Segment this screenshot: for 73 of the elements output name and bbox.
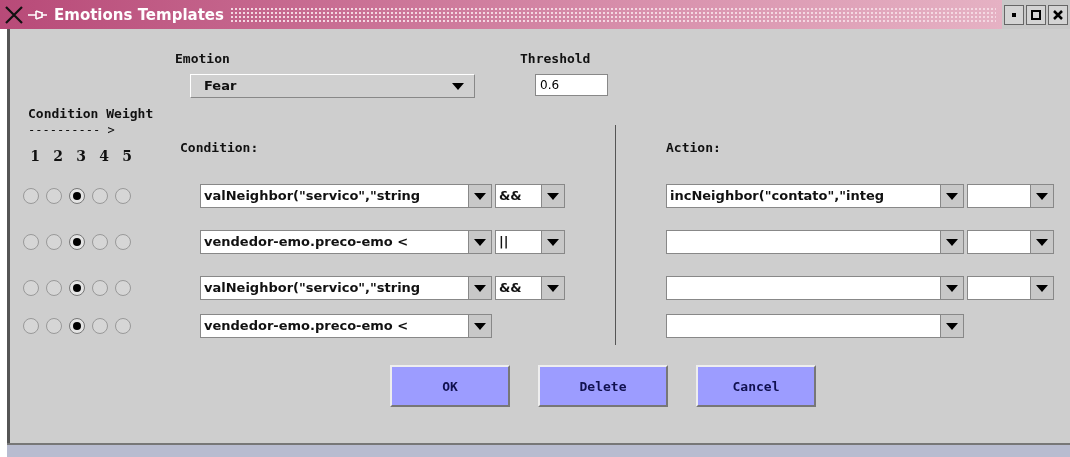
weight-radio[interactable] xyxy=(69,280,85,296)
weight-number: 5 xyxy=(121,148,133,164)
maximize-button[interactable] xyxy=(1026,4,1046,25)
close-icon xyxy=(1053,9,1063,20)
operator-dropdown[interactable] xyxy=(967,230,1054,254)
condition-dropdown[interactable]: vendedor-emo.preco-emo < xyxy=(200,230,492,254)
weight-radio[interactable] xyxy=(92,188,108,204)
weight-radio[interactable] xyxy=(69,234,85,250)
weight-radio[interactable] xyxy=(46,318,62,334)
operator-dropdown[interactable] xyxy=(967,184,1054,208)
weight-number: 2 xyxy=(52,148,64,164)
weight-radio[interactable] xyxy=(92,318,108,334)
weight-scale-arrow: ---------- > xyxy=(27,123,116,137)
caret-icon xyxy=(946,322,958,330)
caret-icon xyxy=(946,284,958,292)
action-dropdown[interactable]: incNeighbor("contato","integ xyxy=(666,184,964,208)
caret-icon xyxy=(547,192,559,200)
condition-dropdown[interactable]: vendedor-emo.preco-emo < xyxy=(200,314,492,338)
maximize-icon xyxy=(1031,9,1041,20)
action-dropdown[interactable] xyxy=(666,314,964,338)
emotion-dropdown[interactable]: Fear xyxy=(190,74,475,98)
weight-radio[interactable] xyxy=(69,188,85,204)
weight-radio[interactable] xyxy=(92,234,108,250)
operator-dropdown[interactable]: || xyxy=(495,230,565,254)
operator-dropdown[interactable]: && xyxy=(495,276,565,300)
x-logo-icon xyxy=(4,5,26,24)
weight-radio[interactable] xyxy=(23,280,39,296)
emotion-label: Emotion xyxy=(175,51,231,66)
caret-icon xyxy=(474,284,486,292)
weight-radio[interactable] xyxy=(69,318,85,334)
caret-icon xyxy=(547,238,559,246)
condition-dropdown[interactable]: valNeighbor("servico","string xyxy=(200,184,492,208)
caret-icon xyxy=(474,322,486,330)
action-dropdown[interactable] xyxy=(666,276,964,300)
minimize-button[interactable] xyxy=(1004,4,1024,25)
pin-icon[interactable] xyxy=(28,8,48,21)
caret-icon xyxy=(547,284,559,292)
weight-radio[interactable] xyxy=(115,318,131,334)
weight-radio[interactable] xyxy=(46,234,62,250)
caret-icon xyxy=(946,238,958,246)
dialog-button[interactable]: Cancel xyxy=(696,365,816,407)
weight-radio[interactable] xyxy=(23,188,39,204)
condition-weight-label: Condition Weight xyxy=(28,106,155,121)
caret-icon xyxy=(474,238,486,246)
caret-icon xyxy=(946,192,958,200)
condition-dropdown[interactable]: valNeighbor("servico","string xyxy=(200,276,492,300)
dialog-button[interactable]: OK xyxy=(390,365,510,407)
weight-number: 1 xyxy=(29,148,41,164)
weight-number: 3 xyxy=(75,148,87,164)
weight-radio[interactable] xyxy=(46,280,62,296)
caret-icon xyxy=(1036,238,1048,246)
condition-label: Condition: xyxy=(180,139,260,155)
action-dropdown[interactable] xyxy=(666,230,964,254)
weight-radio[interactable] xyxy=(115,234,131,250)
weight-radio[interactable] xyxy=(92,280,108,296)
weight-number: 4 xyxy=(98,148,110,164)
caret-icon xyxy=(452,82,464,90)
weight-radio[interactable] xyxy=(115,188,131,204)
close-button[interactable] xyxy=(1048,4,1068,25)
threshold-label: Threshold xyxy=(520,51,592,66)
weight-radio[interactable] xyxy=(46,188,62,204)
caret-icon xyxy=(474,192,486,200)
weight-radio[interactable] xyxy=(115,280,131,296)
window-title: Emotions Templates xyxy=(54,5,224,24)
operator-dropdown[interactable] xyxy=(967,276,1054,300)
weight-radio[interactable] xyxy=(23,234,39,250)
action-label: Action: xyxy=(666,139,722,155)
caret-icon xyxy=(1036,192,1048,200)
threshold-field[interactable]: 0.6 xyxy=(535,74,608,96)
operator-dropdown[interactable]: && xyxy=(495,184,565,208)
caret-icon xyxy=(1036,284,1048,292)
dialog-button[interactable]: Delete xyxy=(538,365,668,407)
weight-radio[interactable] xyxy=(23,318,39,334)
